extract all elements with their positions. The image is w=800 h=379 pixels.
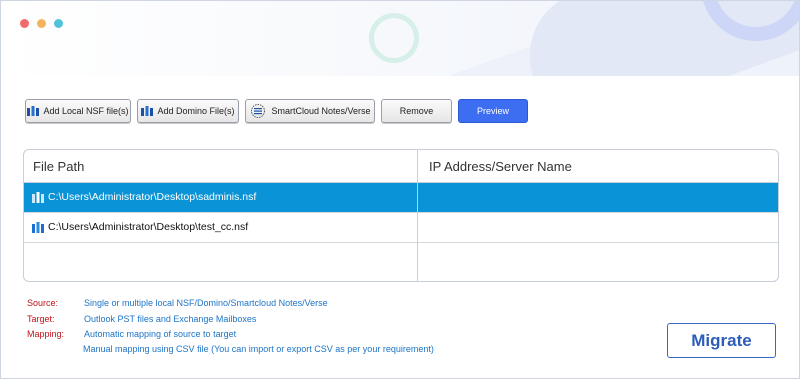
nsf-file-icon xyxy=(32,222,44,233)
remove-button[interactable]: Remove xyxy=(381,99,452,123)
file-path-cell: C:\Users\Administrator\Desktop\test_cc.n… xyxy=(48,221,249,233)
maximize-dot[interactable] xyxy=(54,19,63,28)
preview-label: Preview xyxy=(476,106,509,116)
lotus-notes-icon xyxy=(27,106,40,116)
mapping-label: Mapping: xyxy=(27,329,65,339)
source-value: Single or multiple local NSF/Domino/Smar… xyxy=(84,298,328,308)
close-dot[interactable] xyxy=(20,19,29,28)
mapping-value-automatic: Automatic mapping of source to target xyxy=(84,329,237,339)
migrate-button[interactable]: Migrate xyxy=(667,323,776,358)
column-header-file-path[interactable]: File Path xyxy=(33,150,84,183)
lotus-notes-icon xyxy=(141,106,154,116)
banner-ring xyxy=(369,13,419,63)
preview-button[interactable]: Preview xyxy=(458,99,528,123)
table-row[interactable]: C:\Users\Administrator\Desktop\sadminis.… xyxy=(24,183,778,213)
remove-label: Remove xyxy=(399,106,434,116)
app-window: Add Local NSF file(s) Add Domino File(s)… xyxy=(0,0,800,379)
smartcloud-label: SmartCloud Notes/Verse xyxy=(271,106,371,116)
add-local-nsf-button[interactable]: Add Local NSF file(s) xyxy=(25,99,131,123)
add-domino-button[interactable]: Add Domino File(s) xyxy=(137,99,239,123)
window-controls xyxy=(20,19,63,28)
add-local-nsf-label: Add Local NSF file(s) xyxy=(43,106,129,116)
header-banner xyxy=(1,1,799,76)
source-label: Source: xyxy=(27,298,59,308)
empty-row xyxy=(24,243,778,273)
minimize-dot[interactable] xyxy=(37,19,46,28)
add-domino-label: Add Domino File(s) xyxy=(157,106,235,116)
file-table: File Path IP Address/Server Name C:\User… xyxy=(23,149,779,282)
target-label: Target: xyxy=(27,314,55,324)
target-value: Outlook PST files and Exchange Mailboxes xyxy=(84,314,257,324)
smartcloud-icon xyxy=(251,104,266,118)
table-row[interactable]: C:\Users\Administrator\Desktop\test_cc.n… xyxy=(24,213,778,243)
nsf-file-icon xyxy=(32,192,44,203)
smartcloud-button[interactable]: SmartCloud Notes/Verse xyxy=(245,99,375,123)
column-header-server[interactable]: IP Address/Server Name xyxy=(429,150,572,183)
column-divider xyxy=(417,150,418,281)
mapping-value-manual: Manual mapping using CSV file (You can i… xyxy=(83,344,434,354)
table-header: File Path IP Address/Server Name xyxy=(24,150,778,183)
file-path-cell: C:\Users\Administrator\Desktop\sadminis.… xyxy=(48,191,257,203)
